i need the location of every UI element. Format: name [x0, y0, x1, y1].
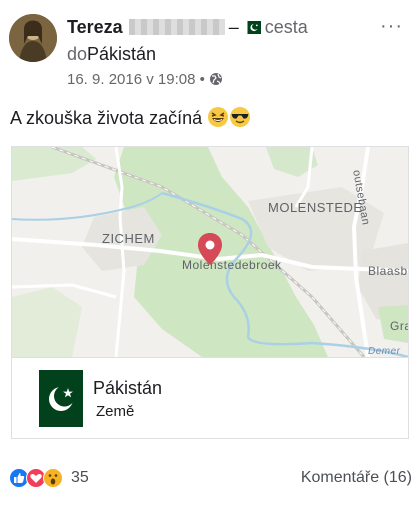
redacted-surname — [128, 19, 225, 35]
status-text: A zkouška života začíná — [10, 108, 203, 128]
location-card[interactable]: ZICHEM MOLENSTEDE Molenstedebroek Blaasb… — [11, 146, 409, 439]
reaction-icons — [9, 468, 67, 488]
map-label-demer: Demer — [368, 346, 401, 357]
map-label-gra: Gra — [390, 319, 408, 333]
pakistan-flag-icon — [242, 17, 261, 34]
reaction-count: 35 — [71, 469, 89, 486]
place-prefix: do — [67, 44, 88, 64]
post-card: Tereza – cesta doPákistán 16. 9. 2016 v 19… — [0, 0, 419, 509]
post-meta: 16. 9. 2016 v 19:08 • — [67, 71, 223, 91]
map-label-zichem: ZICHEM — [102, 231, 155, 246]
place-type: Země — [96, 403, 135, 420]
author-name[interactable]: Tereza — [67, 17, 123, 37]
place-info[interactable]: Pákistán Země — [12, 357, 408, 438]
status-text-line: A zkouška života začíná — [10, 106, 251, 134]
globe-icon — [209, 72, 223, 91]
map-label-blaasbeek: Blaasbe — [368, 264, 408, 278]
grinning-emoji-icon — [207, 106, 229, 134]
dash-separator: – — [228, 17, 239, 37]
map-label-molenstede: MOLENSTEDE — [268, 200, 363, 215]
location-map[interactable]: ZICHEM MOLENSTEDE Molenstedebroek Blaasb… — [12, 147, 408, 357]
place-link[interactable]: Pákistán — [87, 44, 156, 64]
author-avatar[interactable] — [9, 14, 57, 62]
map-pin-icon — [197, 232, 223, 271]
place-title[interactable]: Pákistán — [93, 377, 162, 399]
wow-icon — [43, 468, 63, 488]
post-timestamp[interactable]: 16. 9. 2016 v 19:08 — [67, 71, 195, 88]
sunglasses-emoji-icon — [229, 106, 251, 134]
post-header-line: Tereza – cesta — [67, 16, 308, 38]
more-options-button[interactable]: ··· — [380, 16, 403, 36]
activity-label: cesta — [264, 17, 308, 37]
post-place-line: doPákistán — [67, 43, 156, 65]
comments-link[interactable]: Komentáře (16) — [301, 469, 412, 487]
meta-separator: • — [199, 71, 205, 88]
reactions-summary[interactable]: 35 — [9, 468, 89, 488]
pakistan-flag-icon — [39, 370, 83, 427]
